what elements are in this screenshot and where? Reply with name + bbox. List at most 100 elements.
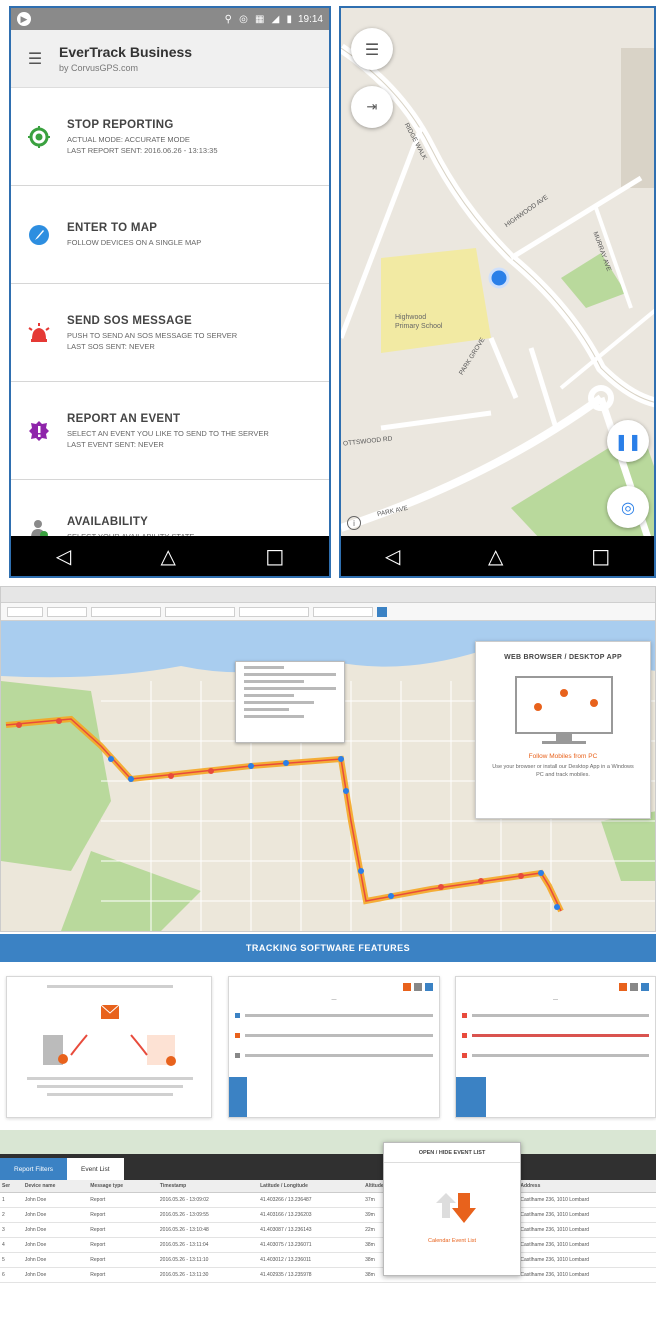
back-icon[interactable]: ◁ bbox=[56, 544, 71, 568]
table-header-cell[interactable]: Device name bbox=[22, 1180, 89, 1193]
card-text: Use your browser or install our Desktop … bbox=[492, 764, 634, 778]
list-tabs: Report Filters Event List bbox=[0, 1154, 656, 1180]
toolbar-select[interactable] bbox=[7, 606, 43, 617]
my-location-button[interactable]: ◎ bbox=[607, 486, 649, 528]
menu-item-title: REPORT AN EVENT bbox=[67, 412, 181, 425]
table-row[interactable]: 5 John Doe Report 2016.05.26 - 13:11:10 41.4… bbox=[0, 1252, 656, 1268]
map-label: Primary School bbox=[395, 323, 443, 330]
feature-card-messages: — bbox=[228, 976, 440, 1118]
toolbar-select[interactable] bbox=[239, 606, 309, 617]
table-cell: 6 bbox=[0, 1267, 23, 1283]
android-nav-bar: ◁ △ □ bbox=[341, 536, 654, 576]
toolbar-select[interactable] bbox=[47, 606, 87, 617]
app-bar: ☰ EverTrack Business by CorvusGPS.com bbox=[11, 30, 329, 88]
home-icon[interactable]: △ bbox=[161, 544, 176, 568]
menu-item-sub: LAST EVENT SENT: Never bbox=[67, 439, 164, 449]
table-cell: John Doe bbox=[22, 1267, 89, 1283]
table-cell: Report bbox=[88, 1207, 158, 1223]
table-row[interactable]: 4 John Doe Report 2016.05.26 - 13:11:04 41.4… bbox=[0, 1237, 656, 1253]
table-cell: Castlhame 236, 1010 Lombard bbox=[518, 1192, 656, 1208]
hamburger-icon: ☰ bbox=[364, 39, 380, 59]
back-icon[interactable]: ◁ bbox=[385, 544, 400, 568]
web-toolbar bbox=[1, 603, 655, 621]
features-section: TRACKING SOFTWARE FEATURES — — bbox=[0, 934, 656, 1130]
locate-icon: ◎ bbox=[621, 497, 635, 517]
table-cell: Castlhame 236, 1010 Lombard bbox=[518, 1252, 656, 1268]
table-row[interactable]: 3 John Doe Report 2016.05.26 - 13:10:48 41.4… bbox=[0, 1222, 656, 1238]
menu-item-sub: LAST REPORT SENT: 2016.06.26 - 13:13:35 bbox=[67, 145, 218, 155]
table-row[interactable]: 1 John Doe Report 2016.05.26 - 13:09:02 41.4… bbox=[0, 1192, 656, 1208]
exit-map-button[interactable]: ⇥ bbox=[351, 86, 393, 128]
menu-item-sub: FOLLOW DEVICES ON A SINGLE MAP bbox=[67, 238, 202, 247]
table-cell: 41.403087 / 13.236143 bbox=[258, 1222, 364, 1238]
toolbar-select[interactable] bbox=[91, 606, 161, 617]
toolbar-select[interactable] bbox=[165, 606, 235, 617]
info-icon[interactable]: i bbox=[347, 516, 361, 530]
tab-report-filters[interactable]: Report Filters bbox=[0, 1158, 68, 1180]
tab-event-list[interactable]: Event List bbox=[67, 1158, 124, 1180]
table-header-cell[interactable]: Ser bbox=[0, 1180, 23, 1193]
popup-title: OPEN / HIDE EVENT LIST bbox=[384, 1143, 520, 1163]
event-table: Ser Device name Message type Timestamp Latit… bbox=[0, 1180, 656, 1283]
menu-item-sub: PUSH TO SEND AN SOS MESSAGE TO SERVER bbox=[67, 330, 238, 340]
event-list-popup: OPEN / HIDE EVENT LIST Calendar Event Li… bbox=[383, 1142, 521, 1276]
monitor-icon bbox=[515, 676, 613, 744]
menu-item-stop-reporting[interactable]: STOP REPORTING ACTUAL MODE: ACCURATE MOD… bbox=[11, 88, 329, 186]
compass-icon bbox=[29, 224, 49, 245]
card-title: WEB BROWSER / DESKTOP APP bbox=[504, 654, 622, 661]
table-cell: John Doe bbox=[22, 1222, 89, 1238]
table-cell: 2016.05.26 - 13:09:02 bbox=[157, 1192, 259, 1208]
feature-card-events: — bbox=[455, 976, 656, 1118]
table-cell: Report bbox=[88, 1222, 158, 1238]
recents-icon[interactable]: □ bbox=[265, 544, 284, 568]
table-cell: Report bbox=[88, 1267, 158, 1283]
app-subtitle: by CorvusGPS.com bbox=[59, 63, 139, 73]
play-icon: ▶ bbox=[17, 12, 31, 26]
home-icon[interactable]: △ bbox=[488, 544, 503, 568]
status-bar: ▶ ⚲ ◎ ▦ ◢ ▮ 19:14 bbox=[11, 8, 329, 30]
popup-link[interactable]: Calendar Event List bbox=[384, 1238, 520, 1244]
exit-icon: ⇥ bbox=[366, 99, 378, 115]
recents-icon[interactable]: □ bbox=[591, 544, 610, 568]
menu-item-sub: ACTUAL MODE: ACCURATE MODE bbox=[67, 134, 190, 144]
table-cell: 41.402935 / 13.235978 bbox=[258, 1267, 364, 1283]
pause-icon: ❚❚ bbox=[614, 431, 642, 451]
table-cell: 41.403166 / 13.236203 bbox=[258, 1207, 364, 1223]
table-header-cell[interactable]: Message type bbox=[88, 1180, 158, 1193]
table-cell: Castlhame 236, 1010 Lombard bbox=[518, 1222, 656, 1238]
pause-button[interactable]: ❚❚ bbox=[607, 420, 649, 462]
table-cell: John Doe bbox=[22, 1192, 89, 1208]
map-strip bbox=[0, 1130, 656, 1154]
hamburger-menu-icon[interactable]: ☰ bbox=[11, 49, 59, 68]
table-cell: 2016.05.26 - 13:10:48 bbox=[157, 1222, 259, 1238]
map-label: Highwood bbox=[395, 314, 427, 321]
toolbar-select[interactable] bbox=[313, 606, 373, 617]
table-cell: 2016.05.26 - 13:11:04 bbox=[157, 1237, 259, 1253]
phone-app-screen: ▶ ⚲ ◎ ▦ ◢ ▮ 19:14 ☰ EverTrack Business b… bbox=[9, 6, 331, 578]
menu-item-sub: SELECT AN EVENT YOU LIKE TO SEND TO THE … bbox=[67, 428, 269, 438]
table-cell: 5 bbox=[0, 1252, 23, 1268]
menu-button[interactable]: ☰ bbox=[351, 28, 393, 70]
toggle-arrow-icon bbox=[436, 1193, 476, 1223]
table-cell: 2 bbox=[0, 1207, 23, 1223]
target-icon bbox=[28, 125, 50, 148]
table-header-cell[interactable]: Address bbox=[518, 1180, 656, 1193]
menu-item-enter-to-map[interactable]: ENTER TO MAP FOLLOW DEVICES ON A SINGLE … bbox=[11, 186, 329, 284]
toolbar-button[interactable] bbox=[377, 606, 387, 617]
table-header-cell[interactable]: Timestamp bbox=[157, 1180, 259, 1193]
table-row[interactable]: 6 John Doe Report 2016.05.26 - 13:11:30 41.4… bbox=[0, 1267, 656, 1283]
menu-item-report-event[interactable]: REPORT AN EVENT SELECT AN EVENT YOU LIKE… bbox=[11, 382, 329, 480]
status-icons: ⚲ ◎ ▦ ◢ ▮ bbox=[224, 13, 294, 25]
table-header-cell[interactable]: Latitude / Longitude bbox=[258, 1180, 364, 1193]
menu-item-send-sos[interactable]: SEND SOS MESSAGE PUSH TO SEND AN SOS MES… bbox=[11, 284, 329, 382]
table-cell: 41.403075 / 13.236071 bbox=[258, 1237, 364, 1253]
event-icon bbox=[29, 420, 49, 441]
table-cell: Report bbox=[88, 1237, 158, 1253]
table-cell: 41.403266 / 13.236487 bbox=[258, 1192, 364, 1208]
phone-map-screen: Highwood Primary School PARK AVE OTTSWOO… bbox=[339, 6, 656, 578]
card-link[interactable]: Follow Mobiles from PC bbox=[476, 753, 650, 760]
web-app-screen: WEB BROWSER / DESKTOP APP Follow Mobiles… bbox=[0, 586, 656, 932]
table-cell: Report bbox=[88, 1192, 158, 1208]
table-row[interactable]: 2 John Doe Report 2016.05.26 - 13:09:55 41.4… bbox=[0, 1207, 656, 1223]
alarm-icon bbox=[28, 322, 50, 342]
